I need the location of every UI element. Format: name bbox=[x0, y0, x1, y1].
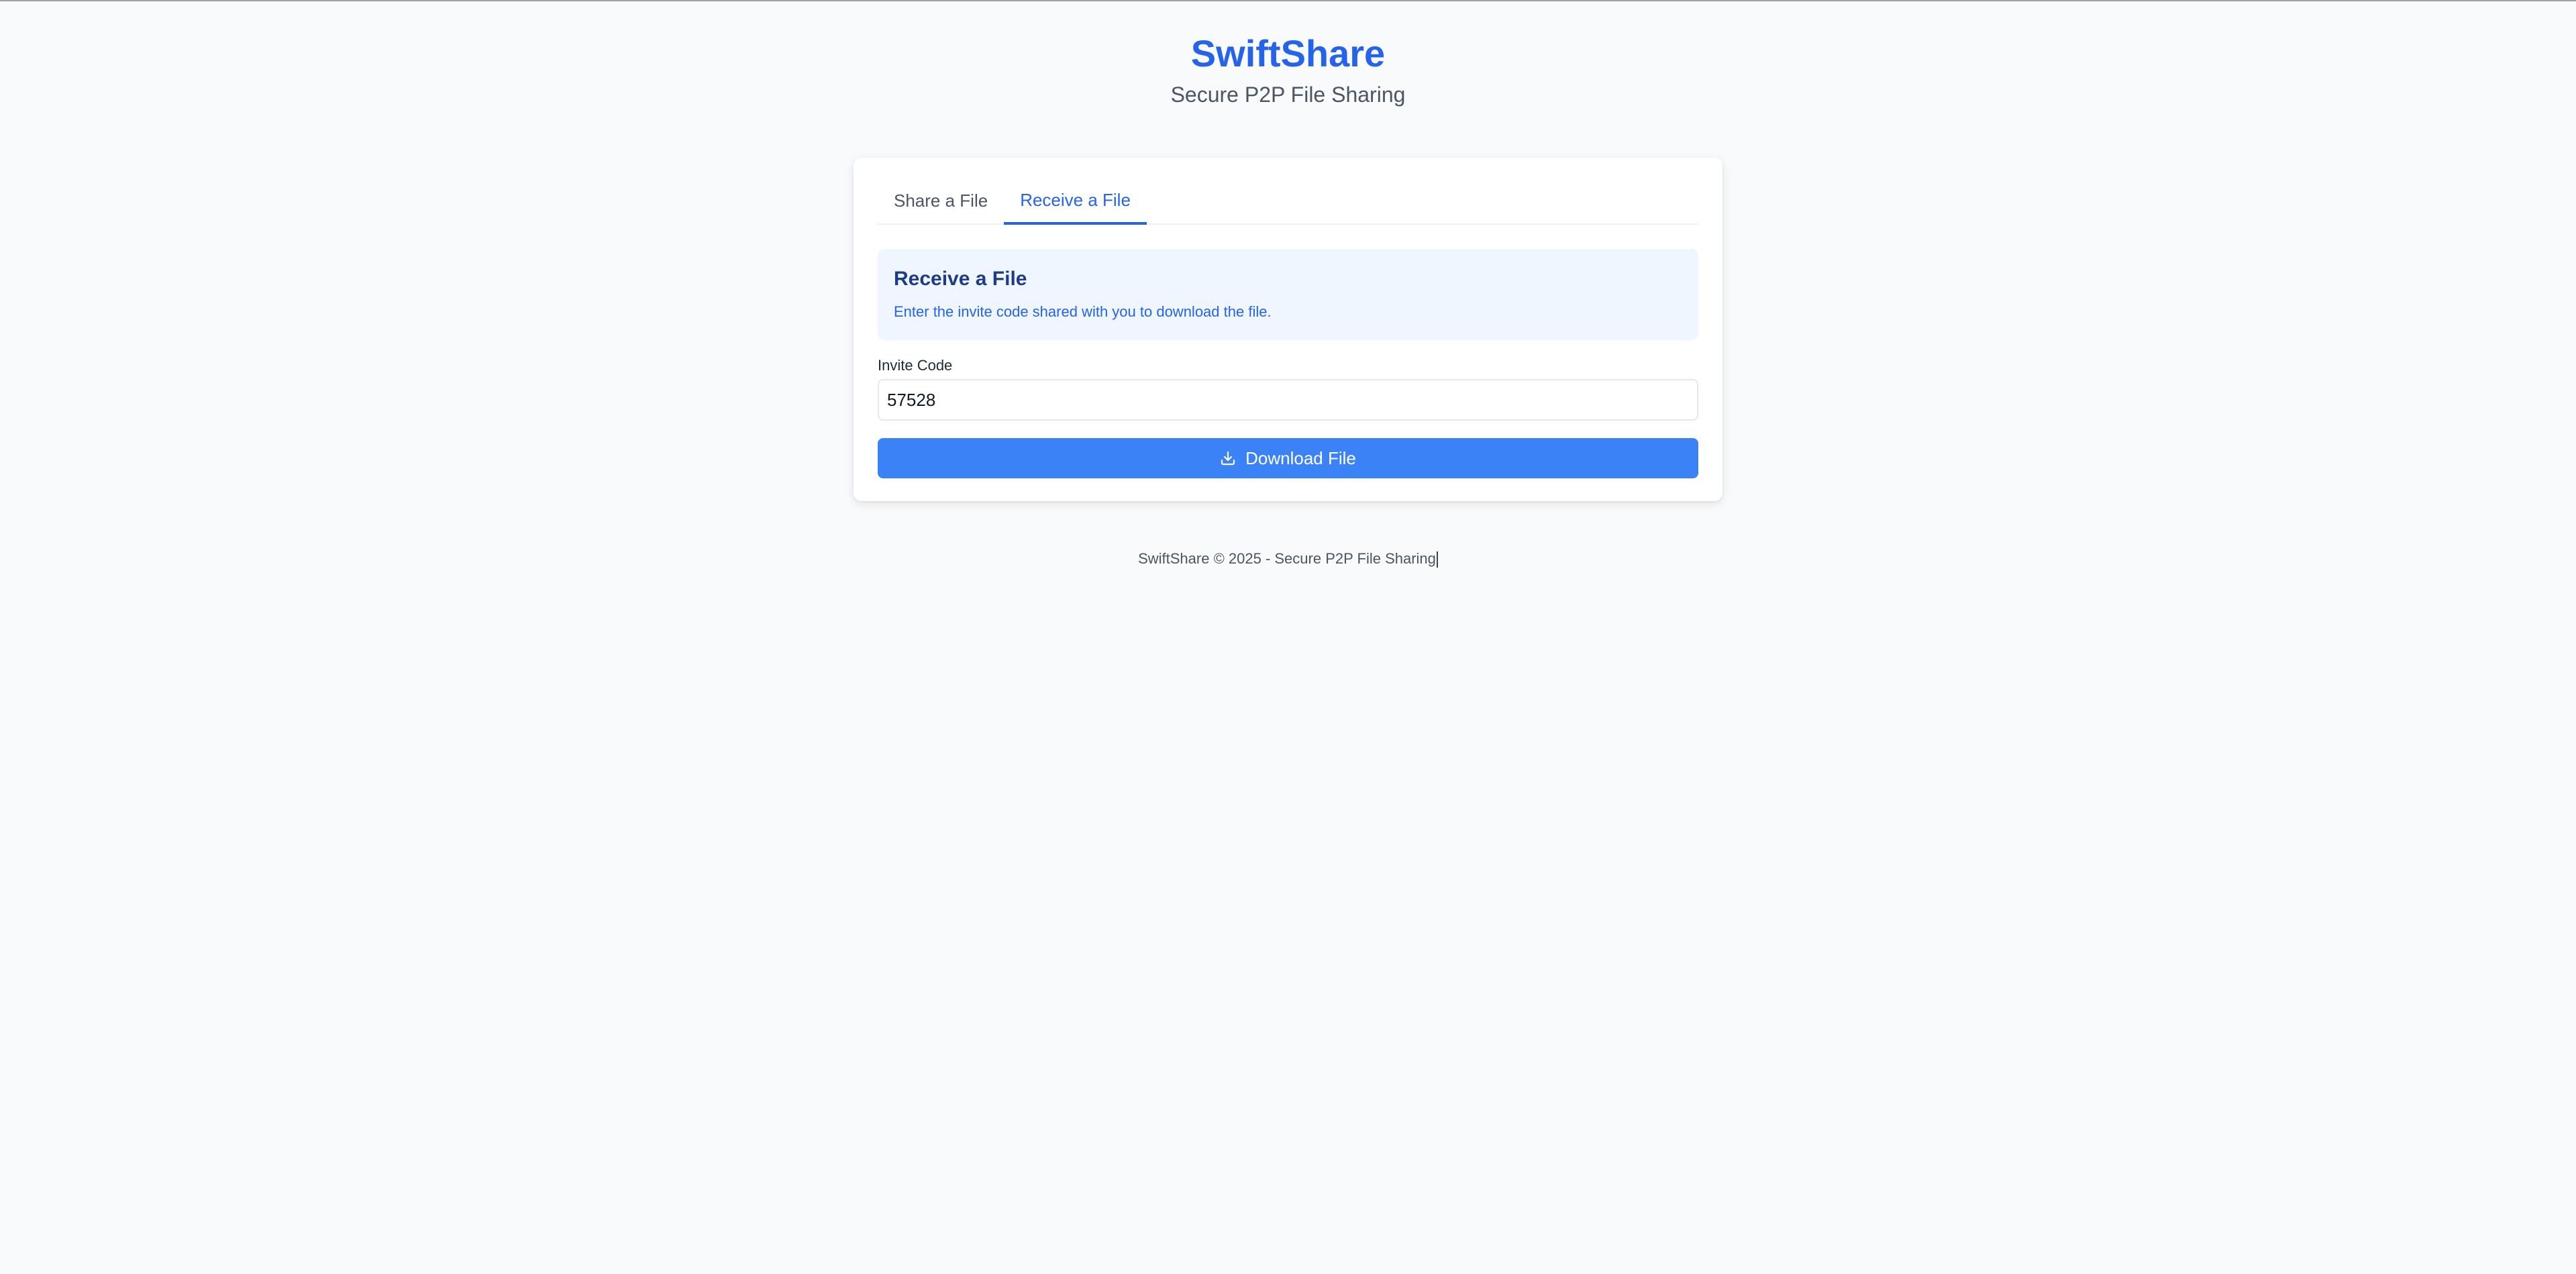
invite-code-input[interactable] bbox=[878, 379, 1698, 421]
download-file-button[interactable]: Download File bbox=[878, 438, 1698, 478]
download-icon bbox=[1220, 450, 1236, 466]
file-card: Share a File Receive a File Receive a Fi… bbox=[854, 158, 1722, 501]
download-button-label: Download File bbox=[1245, 447, 1356, 468]
tab-receive-file[interactable]: Receive a File bbox=[1004, 180, 1147, 225]
text-cursor bbox=[1436, 551, 1438, 568]
app-subtitle: Secure P2P File Sharing bbox=[1170, 83, 1406, 107]
receive-info-box: Receive a File Enter the invite code sha… bbox=[878, 249, 1698, 340]
page-footer: SwiftShare © 2025 - Secure P2P File Shar… bbox=[0, 549, 2576, 569]
tab-bar: Share a File Receive a File bbox=[878, 180, 1698, 225]
receive-heading: Receive a File bbox=[894, 268, 1027, 290]
invite-code-label: Invite Code bbox=[878, 357, 953, 374]
app-title: SwiftShare bbox=[1190, 32, 1386, 74]
receive-description: Enter the invite code shared with you to… bbox=[894, 303, 1272, 320]
page-header: SwiftShare Secure P2P File Sharing bbox=[0, 1, 2576, 109]
footer-text: SwiftShare © 2025 - Secure P2P File Shar… bbox=[1138, 550, 1436, 567]
tab-share-file[interactable]: Share a File bbox=[878, 180, 1004, 225]
